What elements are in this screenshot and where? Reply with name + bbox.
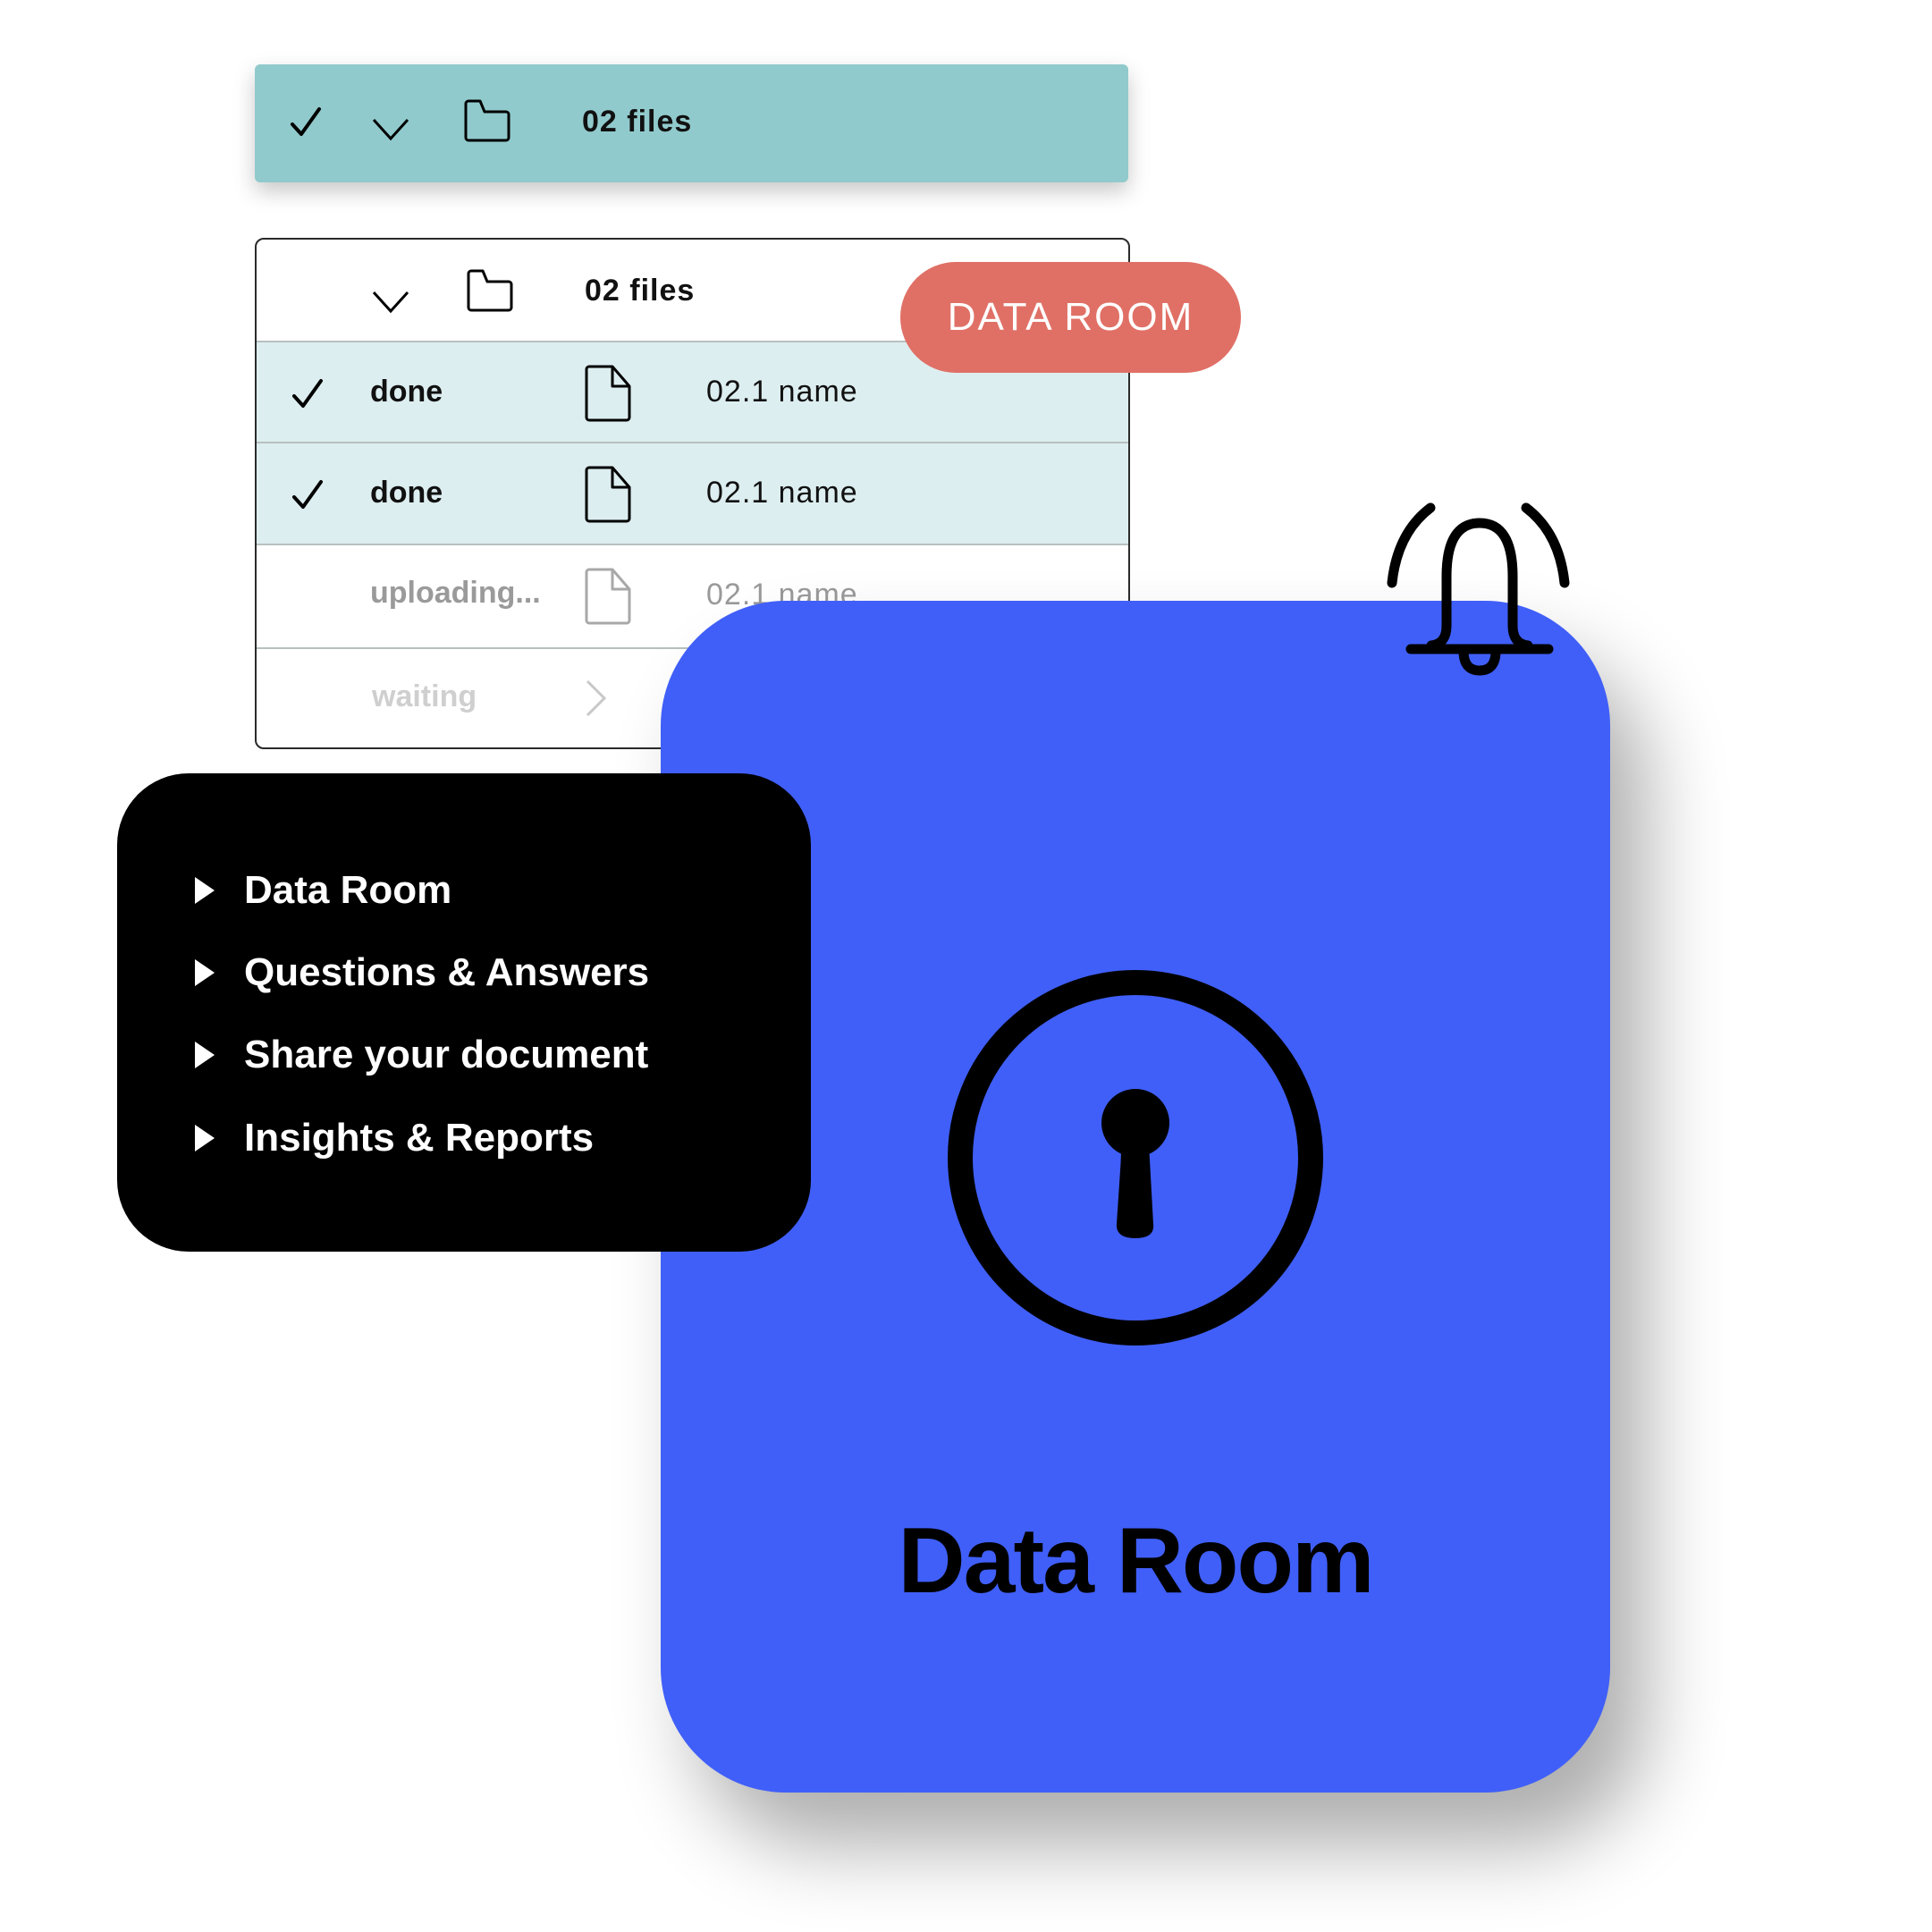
data-room-badge[interactable]: DATA ROOM <box>900 262 1241 373</box>
file-icon <box>585 568 631 625</box>
row-status: uploading... <box>370 576 541 610</box>
menu-item-data-room[interactable]: Data Room <box>195 864 451 917</box>
badge-label: DATA ROOM <box>947 295 1194 339</box>
chevron-right-icon[interactable] <box>583 678 610 719</box>
check-icon <box>291 107 321 136</box>
bell-ringing-icon[interactable] <box>1381 501 1578 679</box>
row-file-name: 02.1 name <box>706 476 858 510</box>
play-arrow-icon <box>195 1042 215 1068</box>
check-icon <box>292 379 323 408</box>
folder-bar-label: 02 files <box>582 105 693 139</box>
row-status: done <box>370 375 443 409</box>
menu-item-label: Data Room <box>244 868 452 912</box>
chevron-down-icon[interactable] <box>371 289 410 316</box>
play-arrow-icon <box>195 959 215 986</box>
play-arrow-icon <box>195 877 215 904</box>
file-icon <box>585 365 631 422</box>
menu-item-questions-answers[interactable]: Questions & Answers <box>195 946 649 1000</box>
check-icon <box>292 480 323 509</box>
menu-item-label: Insights & Reports <box>244 1116 595 1160</box>
menu-item-insights-reports[interactable]: Insights & Reports <box>195 1111 594 1165</box>
card-title: Data Room <box>898 1509 1375 1613</box>
folder-icon <box>464 99 510 142</box>
table-header-label: 02 files <box>585 274 696 308</box>
keyhole-lock-icon <box>948 970 1323 1346</box>
play-arrow-icon <box>195 1125 215 1152</box>
row-status: waiting <box>372 679 477 713</box>
menu-item-label: Questions & Answers <box>244 950 650 994</box>
table-row[interactable]: done 02.1 name <box>257 442 1128 545</box>
menu-item-label: Share your document <box>244 1033 649 1076</box>
file-icon <box>585 466 631 523</box>
chevron-down-icon[interactable] <box>371 116 410 143</box>
row-status: done <box>370 476 443 510</box>
menu-item-share-document[interactable]: Share your document <box>195 1028 648 1082</box>
row-file-name: 02.1 name <box>706 375 858 409</box>
folder-icon <box>467 269 513 312</box>
folder-bar-collapsed[interactable]: 02 files <box>255 64 1128 182</box>
feature-menu: Data Room Questions & Answers Share your… <box>117 773 811 1252</box>
